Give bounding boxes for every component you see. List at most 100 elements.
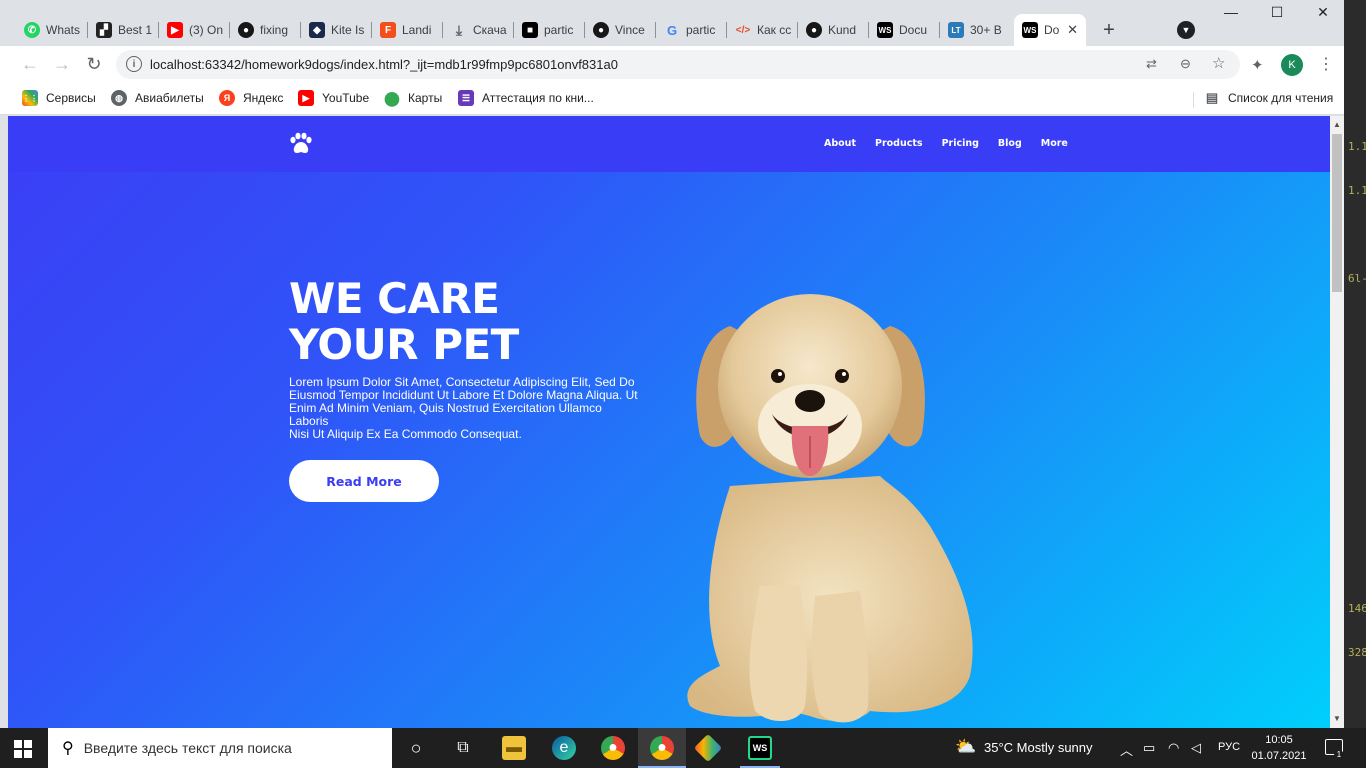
extensions-puzzle-icon[interactable]: ✦ (1251, 56, 1264, 74)
zoom-icon[interactable]: ⊖ (1180, 56, 1191, 72)
read-more-button[interactable]: Read More (289, 460, 439, 502)
chevron-up-icon[interactable]: ︿ (1120, 740, 1133, 759)
scroll-down-arrow-icon[interactable]: ▼ (1333, 714, 1341, 723)
site-nav-links: About Products Pricing Blog More (824, 138, 1068, 149)
address-bar[interactable]: i localhost:63342/homework9dogs/index.ht… (116, 50, 1240, 79)
tab-label: partic (544, 23, 574, 37)
tab-active[interactable]: WS Do ✕ (1014, 14, 1086, 46)
tab-google[interactable]: G partic (656, 14, 727, 46)
tab-whatsapp[interactable]: ✆ Whats (16, 14, 88, 46)
reading-list-label: Список для чтения (1228, 91, 1334, 105)
profile-avatar[interactable]: K (1281, 54, 1303, 76)
translate-icon[interactable]: ⇄ (1146, 56, 1157, 72)
globe-icon: ◍ (111, 90, 127, 106)
tab-webstorm-docs[interactable]: WS Docu (869, 14, 940, 46)
wifi-icon[interactable]: ◠ (1168, 740, 1179, 756)
hero-title: WE CARE YOUR PET (289, 276, 709, 368)
webstorm-icon[interactable]: WS (748, 736, 772, 760)
nav-products[interactable]: Products (875, 138, 923, 149)
tab-code[interactable]: </> Как сс (727, 14, 798, 46)
back-button[interactable]: ← (18, 54, 42, 75)
background-editor-strip: 1.16 1.16 6l- 146 328 (1344, 0, 1366, 728)
bookmark-label: Авиабилеты (135, 91, 204, 105)
windows-start-icon[interactable] (14, 740, 32, 758)
google-icon: G (666, 22, 678, 38)
tab-kite[interactable]: ◆ Kite Is (301, 14, 372, 46)
forward-button[interactable]: → (50, 54, 74, 75)
tab-label: Docu (899, 23, 928, 37)
bookmark-label: Аттестация по кни... (482, 91, 594, 105)
bookmark-label: Сервисы (46, 91, 96, 105)
scrollbar-thumb[interactable] (1332, 134, 1342, 292)
chrome-icon[interactable]: ● (601, 736, 625, 760)
tab-label: Kite Is (331, 23, 365, 37)
language-indicator[interactable]: РУС (1218, 741, 1240, 753)
edge-icon[interactable]: e (552, 736, 576, 760)
paw-icon[interactable] (288, 132, 314, 156)
tab-label: Kund (828, 23, 857, 37)
clock-date: 01.07.2021 (1251, 750, 1307, 762)
volume-icon[interactable]: ◁ (1191, 740, 1201, 756)
site-icon: LT (948, 22, 964, 38)
tab-30-best[interactable]: LT 30+ B (940, 14, 1011, 46)
tab-youtube[interactable]: ▶ (3) On (159, 14, 230, 46)
chrome-profile-icon[interactable]: ● (650, 736, 674, 760)
reload-button[interactable]: ↻ (82, 54, 106, 75)
close-icon[interactable]: ✕ (1067, 22, 1078, 38)
tab-github-kund[interactable]: ● Kund (798, 14, 869, 46)
nav-more[interactable]: More (1041, 138, 1068, 149)
tab-github-vince[interactable]: ● Vince (585, 14, 656, 46)
download-icon: ⤓ (455, 21, 463, 38)
tab-github-fixing[interactable]: ● fixing (230, 14, 301, 46)
menu-dots-icon[interactable]: ⋮ (1318, 54, 1334, 74)
weather-text[interactable]: 35°C Mostly sunny (984, 740, 1093, 755)
bookmark-attestation[interactable]: ☰ Аттестация по кни... (458, 90, 594, 106)
task-view-icon[interactable]: ⧉ (451, 736, 475, 760)
editor-text: 1.16 (1348, 140, 1366, 153)
list-icon: ☰ (458, 90, 474, 106)
tab-figma[interactable]: F Landi (372, 14, 443, 46)
maps-icon: ⬤ (384, 89, 400, 106)
minimize-button[interactable]: — (1208, 4, 1254, 20)
webstorm-icon: WS (1022, 22, 1038, 38)
bookmark-star-icon[interactable]: ☆ (1212, 54, 1225, 72)
figma-icon: F (380, 22, 396, 38)
nav-blog[interactable]: Blog (998, 138, 1022, 149)
youtube-icon: ▶ (298, 90, 314, 106)
tab-label: Whats (46, 23, 81, 37)
scroll-up-arrow-icon[interactable]: ▲ (1333, 120, 1341, 129)
site-navbar: About Products Pricing Blog More (8, 116, 1330, 172)
gitkraken-icon[interactable] (693, 733, 723, 763)
bookmark-label: Яндекс (243, 91, 284, 105)
bookmark-label: Карты (408, 91, 443, 105)
tab-search-icon[interactable]: ▼ (1177, 21, 1195, 39)
bookmark-services[interactable]: ⋮⋮ Сервисы (22, 90, 96, 106)
clock-time: 10:05 (1265, 734, 1293, 746)
maximize-button[interactable]: ☐ (1254, 4, 1300, 21)
bookmark-youtube[interactable]: ▶ YouTube (298, 90, 369, 106)
github-icon: ● (806, 22, 822, 38)
bookmark-yandex[interactable]: Я Яндекс (219, 90, 283, 106)
tab-download[interactable]: ⤓ Скача (443, 14, 514, 46)
page-scrollbar[interactable]: ▲ ▼ (1330, 116, 1344, 728)
nav-pricing[interactable]: Pricing (942, 138, 979, 149)
clock[interactable]: 10:05 01.07.2021 (1250, 732, 1308, 764)
close-window-button[interactable]: ✕ (1300, 4, 1346, 21)
tab-codepen[interactable]: ■ partic (514, 14, 585, 46)
battery-icon[interactable]: ▭ (1143, 740, 1155, 756)
new-tab-button[interactable]: + (1096, 17, 1122, 43)
nav-about[interactable]: About (824, 138, 856, 149)
file-explorer-icon[interactable]: ▬ (502, 736, 526, 760)
weather-icon[interactable]: ⛅ (955, 737, 976, 757)
info-icon[interactable]: i (126, 56, 142, 72)
url-text[interactable]: localhost:63342/homework9dogs/index.html… (150, 57, 618, 72)
bookmark-maps[interactable]: ⬤ Карты (384, 90, 442, 106)
notification-count: 1 (1334, 750, 1344, 760)
yandex-icon: Я (219, 90, 235, 106)
codepen-icon: ■ (522, 22, 538, 38)
cortana-icon[interactable]: ○ (404, 736, 428, 760)
bookmark-avia[interactable]: ◍ Авиабилеты (111, 90, 204, 106)
taskbar-search-box[interactable]: ⚲ Введите здесь текст для поиска (48, 728, 392, 768)
reading-list[interactable]: ▤ Список для чтения (1204, 90, 1333, 106)
tab-best[interactable]: ▞ Best 1 (88, 14, 159, 46)
